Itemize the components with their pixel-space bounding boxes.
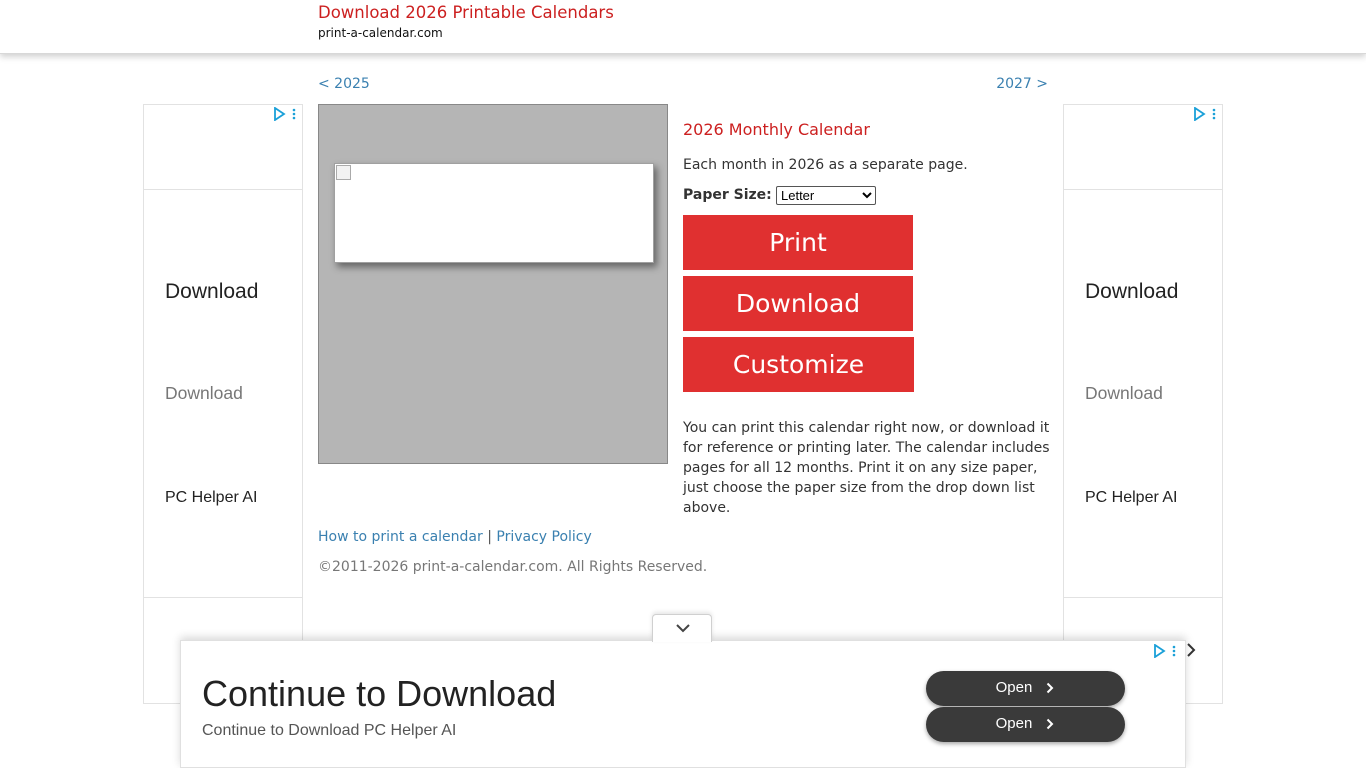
prev-year-link[interactable]: < 2025 (318, 76, 370, 92)
ad-subline[interactable]: Continue to Download PC Helper AI (202, 722, 456, 740)
ad-advertiser[interactable]: PC Helper AI (165, 489, 257, 507)
footer-separator: | (487, 529, 492, 545)
calendar-title: 2026 Monthly Calendar (683, 120, 870, 139)
ad-headline[interactable]: Download (1085, 280, 1178, 304)
site-header: Download 2026 Printable Calendars print-… (0, 0, 1366, 54)
ad-subline[interactable]: Download (1085, 383, 1163, 404)
ad-choices-icon[interactable] (1193, 106, 1217, 124)
privacy-policy-link[interactable]: Privacy Policy (496, 529, 591, 545)
open-button[interactable]: Open (926, 671, 1125, 706)
calendar-preview-image (334, 163, 654, 263)
ad-choices-icon[interactable] (1153, 643, 1177, 661)
ad-divider (144, 597, 302, 598)
calendar-description: Each month in 2026 as a separate page. (683, 157, 968, 173)
calendar-preview (318, 104, 668, 464)
right-side-ad[interactable]: Download Download PC Helper AI (1063, 104, 1223, 704)
footer-links: How to print a calendar | Privacy Policy (318, 529, 592, 545)
next-year-link[interactable]: 2027 > (996, 76, 1048, 92)
ad-top-section (144, 105, 302, 190)
open-button-label: Open (995, 679, 1033, 696)
site-domain[interactable]: print-a-calendar.com (318, 26, 443, 40)
collapse-ad-button[interactable] (652, 614, 712, 642)
ad-subline[interactable]: Download (165, 383, 243, 404)
customize-button[interactable]: Customize (683, 337, 914, 392)
download-button[interactable]: Download (683, 276, 913, 331)
chevron-down-icon (676, 624, 690, 633)
bottom-anchor-ad[interactable]: Continue to Download Continue to Downloa… (180, 640, 1186, 768)
ad-choices-icon[interactable] (273, 106, 297, 124)
chevron-right-icon (1046, 682, 1054, 694)
chevron-right-icon[interactable] (1185, 642, 1197, 658)
left-side-ad[interactable]: Download Download PC Helper AI (143, 104, 303, 704)
chevron-right-icon (1046, 718, 1054, 730)
ad-headline[interactable]: Continue to Download (202, 673, 556, 715)
open-button-label: Open (995, 715, 1033, 732)
print-button[interactable]: Print (683, 215, 913, 270)
copyright-text: ©2011-2026 print-a-calendar.com. All Rig… (318, 559, 708, 575)
paper-size-label: Paper Size: (683, 187, 772, 203)
ad-top-section (1064, 105, 1222, 190)
paper-size-select[interactable]: Letter (776, 186, 876, 205)
site-title[interactable]: Download 2026 Printable Calendars (318, 3, 614, 22)
how-to-print-link[interactable]: How to print a calendar (318, 529, 483, 545)
open-button[interactable]: Open (926, 707, 1125, 742)
ad-divider (1064, 597, 1222, 598)
broken-image-icon (336, 165, 351, 180)
ad-headline[interactable]: Download (165, 280, 258, 304)
calendar-info-text: You can print this calendar right now, o… (683, 420, 1050, 516)
ad-advertiser[interactable]: PC Helper AI (1085, 489, 1177, 507)
